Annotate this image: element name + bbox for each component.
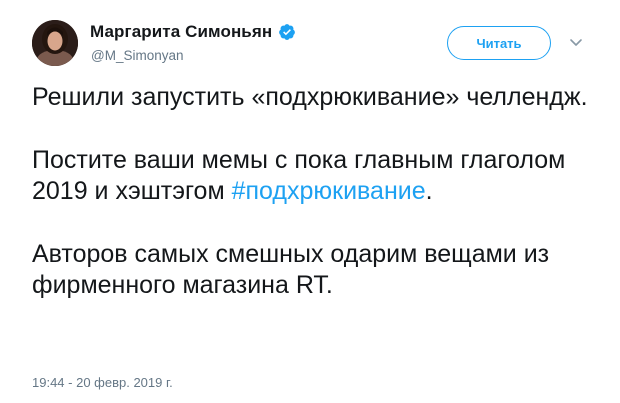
author-display-name[interactable]: Маргарита Симоньян xyxy=(90,22,272,42)
tweet-paragraph: Постите ваши мемы с пока главным глаголо… xyxy=(32,145,566,206)
tweet-text: Решили запустить «подхрюкивание» челленд… xyxy=(32,82,602,302)
tweet-paragraph: Авторов самых смешных одарим вещами из ф… xyxy=(32,239,550,300)
author-handle[interactable]: @M_Simonyan xyxy=(91,48,184,63)
avatar[interactable] xyxy=(32,20,78,66)
chevron-down-icon[interactable] xyxy=(568,36,584,48)
tweet-timestamp[interactable]: 19:44 - 20 февр. 2019 г. xyxy=(32,375,173,390)
tweet-card: Маргарита Симоньян @M_Simonyan Читать Ре… xyxy=(0,0,620,403)
verified-badge-icon xyxy=(278,23,296,41)
hashtag-link[interactable]: #подхрюкивание xyxy=(232,177,426,205)
tweet-paragraph: Решили запустить «подхрюкивание» челленд… xyxy=(32,83,588,111)
follow-button[interactable]: Читать xyxy=(447,26,551,60)
author-name-row: Маргарита Симоньян xyxy=(90,22,296,42)
